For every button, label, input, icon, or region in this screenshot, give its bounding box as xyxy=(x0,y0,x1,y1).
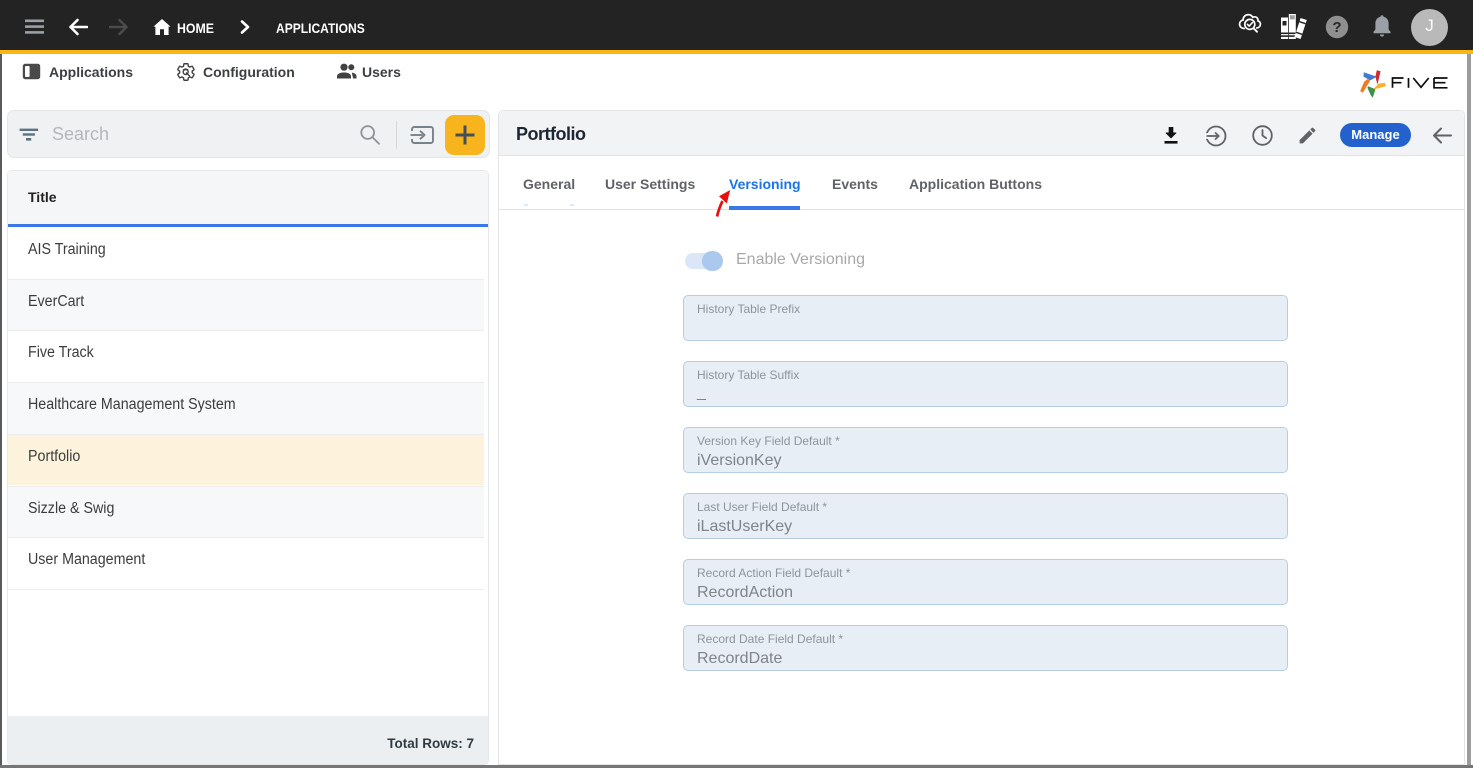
svg-text:?: ? xyxy=(1332,19,1341,36)
